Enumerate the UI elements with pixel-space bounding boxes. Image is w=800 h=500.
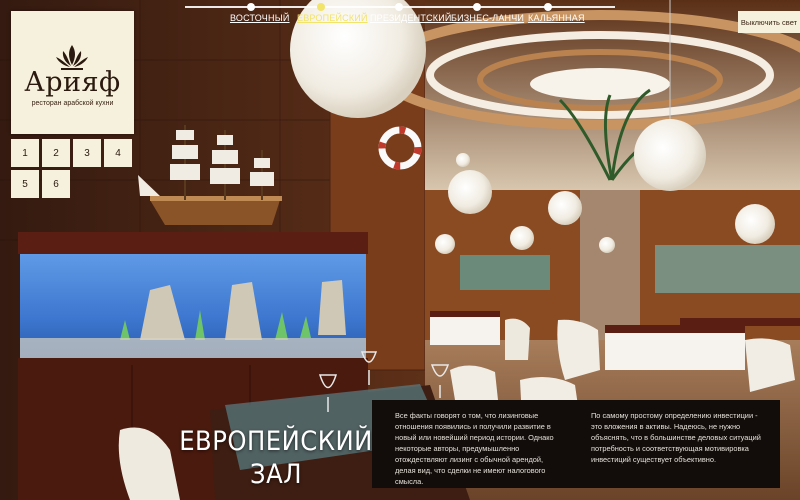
nav-item-business-lunch[interactable]: БИЗНЕС-ЛАНЧИ <box>451 13 524 23</box>
logo-subtitle: ресторан арабской кухни <box>31 100 114 107</box>
nav-item-evropeisky[interactable]: ЕВРОПЕЙСКИЙ <box>297 13 368 23</box>
info-text-left: Все факты говорят о том, что лизинговые … <box>395 411 554 486</box>
nav-dot[interactable] <box>473 3 481 11</box>
nav-dot[interactable] <box>544 3 552 11</box>
nav-dot[interactable] <box>247 3 255 11</box>
hall-title-line2: ЗАЛ <box>250 459 302 490</box>
page-button-4[interactable]: 4 <box>104 139 132 167</box>
page-button-5[interactable]: 5 <box>11 170 39 198</box>
nav-dot[interactable] <box>395 3 403 11</box>
nav-item-kalyannaya[interactable]: КАЛЬЯННАЯ <box>528 13 585 23</box>
hall-navigation: ВОСТОЧНЫЙ ЕВРОПЕЙСКИЙ ПРЕЗИДЕНТСКИЙ БИЗН… <box>180 0 620 32</box>
page-button-3[interactable]: 3 <box>73 139 101 167</box>
hall-title: ЕВРОПЕЙСКИЙ ЗАЛ <box>176 425 376 491</box>
logo-name: Арияф <box>24 67 121 98</box>
nav-item-prezidentsky[interactable]: ПРЕЗИДЕНТСКИЙ <box>370 13 452 23</box>
hall-title-line1: ЕВРОПЕЙСКИЙ <box>179 426 373 457</box>
nav-dot-active[interactable] <box>317 3 325 11</box>
light-off-button[interactable]: Выключить свет <box>738 11 800 33</box>
page-button-6[interactable]: 6 <box>42 170 70 198</box>
page-button-2[interactable]: 2 <box>42 139 70 167</box>
page-button-1[interactable]: 1 <box>11 139 39 167</box>
restaurant-logo[interactable]: Арияф ресторан арабской кухни <box>11 11 134 134</box>
nav-item-vostochny[interactable]: ВОСТОЧНЫЙ <box>230 13 290 23</box>
info-text-right: По самому простому определению инвестици… <box>591 411 761 464</box>
info-panel: Все факты говорят о том, что лизинговые … <box>372 400 780 488</box>
